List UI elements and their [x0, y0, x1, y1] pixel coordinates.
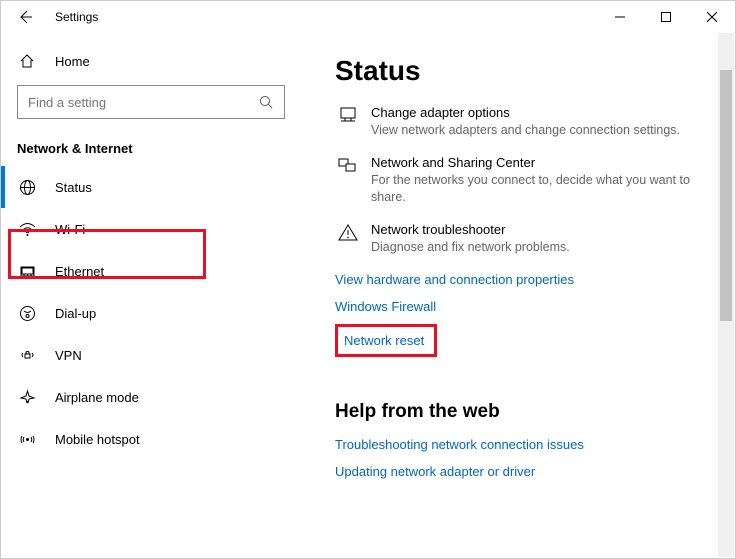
search-input[interactable] — [28, 95, 259, 110]
wifi-icon — [17, 221, 37, 238]
sidebar-item-status[interactable]: Status — [1, 166, 311, 208]
link-network-reset[interactable]: Network reset — [344, 333, 424, 348]
option-desc: View network adapters and change connect… — [371, 122, 680, 139]
hotspot-icon — [17, 431, 37, 448]
sidebar-category: Network & Internet — [1, 133, 311, 166]
maximize-button[interactable] — [643, 1, 689, 33]
back-button[interactable] — [13, 9, 37, 25]
option-title: Change adapter options — [371, 105, 680, 120]
page-title: Status — [335, 55, 719, 87]
option-title: Network troubleshooter — [371, 222, 570, 237]
sidebar-home[interactable]: Home — [1, 45, 311, 77]
sidebar-home-label: Home — [55, 54, 90, 69]
search-box[interactable] — [17, 85, 285, 119]
scrollbar-thumb[interactable] — [720, 70, 732, 322]
option-troubleshooter[interactable]: Network troubleshooter Diagnose and fix … — [335, 222, 719, 256]
option-desc: Diagnose and fix network problems. — [371, 239, 570, 256]
sidebar-item-label: Airplane mode — [55, 390, 139, 405]
sidebar-item-label: Status — [55, 180, 92, 195]
sidebar-item-label: Wi-Fi — [55, 222, 85, 237]
sidebar-item-ethernet[interactable]: Ethernet — [1, 250, 311, 292]
link-help-troubleshoot[interactable]: Troubleshooting network connection issue… — [335, 437, 719, 452]
sidebar-item-label: Mobile hotspot — [55, 432, 140, 447]
sidebar-item-airplane[interactable]: Airplane mode — [1, 376, 311, 418]
sidebar-item-label: VPN — [55, 348, 82, 363]
sidebar-item-dialup[interactable]: Dial-up — [1, 292, 311, 334]
sidebar-item-label: Ethernet — [55, 264, 104, 279]
link-hardware[interactable]: View hardware and connection properties — [335, 272, 719, 287]
close-button[interactable] — [689, 1, 735, 33]
vpn-icon — [17, 347, 37, 364]
link-firewall[interactable]: Windows Firewall — [335, 299, 719, 314]
sidebar: Home Network & Internet Status Wi-Fi — [1, 33, 311, 558]
window-title: Settings — [55, 10, 98, 24]
sidebar-item-label: Dial-up — [55, 306, 96, 321]
help-section-title: Help from the web — [335, 401, 719, 423]
minimize-button[interactable] — [597, 1, 643, 33]
option-change-adapter[interactable]: Change adapter options View network adap… — [335, 105, 719, 139]
home-icon — [17, 53, 37, 69]
option-desc: For the networks you connect to, decide … — [371, 172, 719, 206]
scrollbar[interactable] — [718, 33, 734, 557]
main-content: Status Change adapter options View netwo… — [311, 33, 735, 558]
airplane-icon — [17, 389, 37, 406]
option-title: Network and Sharing Center — [371, 155, 719, 170]
ethernet-icon — [17, 263, 37, 280]
sidebar-item-hotspot[interactable]: Mobile hotspot — [1, 418, 311, 460]
link-help-update[interactable]: Updating network adapter or driver — [335, 464, 719, 479]
troubleshoot-icon — [335, 222, 361, 256]
adapter-icon — [335, 105, 361, 139]
search-icon — [259, 95, 274, 110]
option-sharing-center[interactable]: Network and Sharing Center For the netwo… — [335, 155, 719, 206]
sidebar-item-vpn[interactable]: VPN — [1, 334, 311, 376]
sidebar-item-wifi[interactable]: Wi-Fi — [1, 208, 311, 250]
sharing-icon — [335, 155, 361, 206]
annotation-highlight-reset: Network reset — [335, 324, 437, 357]
globe-icon — [17, 179, 37, 196]
dialup-icon — [17, 305, 37, 322]
